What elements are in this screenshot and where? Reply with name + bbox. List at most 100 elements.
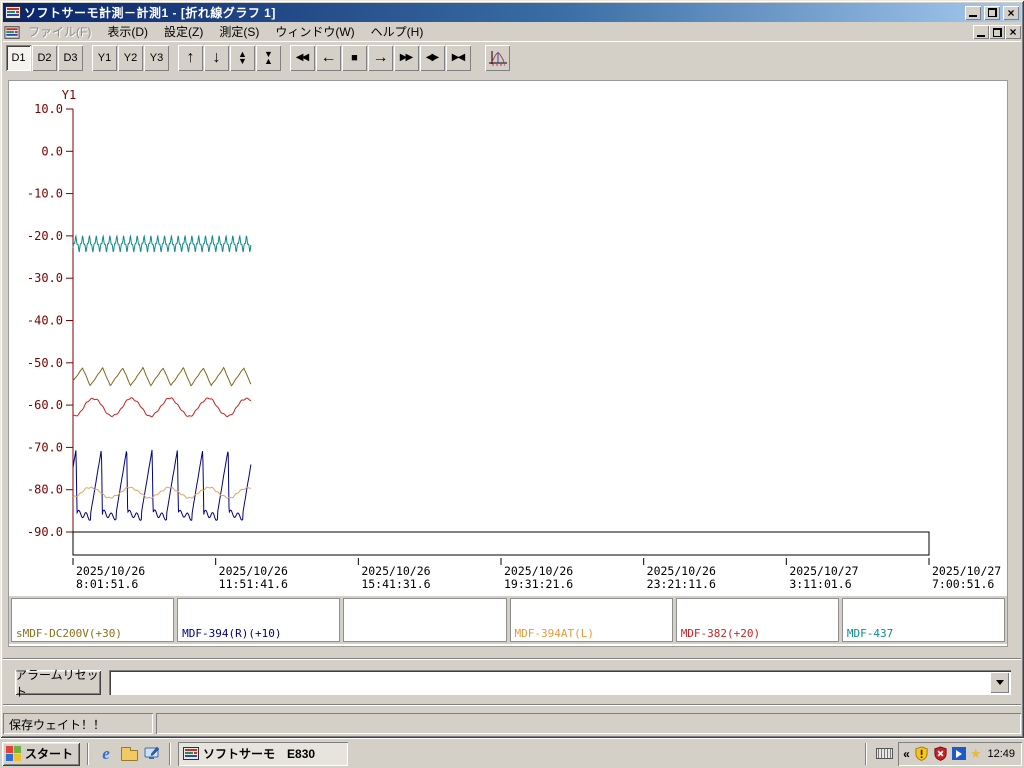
security-warning-icon[interactable]: [914, 746, 929, 761]
expand-horizontal-button[interactable]: ◀▶: [420, 45, 445, 71]
channel-name: [348, 627, 501, 641]
legend-cell-ch4: MDF-394AT(L) CH4 [℃] -79.3: [509, 598, 673, 642]
status-extra: [156, 713, 1021, 734]
series-ch6-line: [72, 234, 252, 253]
windows-logo-icon: [6, 746, 21, 761]
button-d3[interactable]: D3: [58, 45, 83, 71]
system-tray: « ★ 12:49: [861, 741, 1022, 766]
y-tick-label: 10.0: [34, 102, 63, 116]
compress-vertical-button[interactable]: ▼ ▲: [256, 45, 281, 71]
expand-vertical-button[interactable]: ▲ ▼: [230, 45, 255, 71]
scroll-down-icon: ↓: [212, 49, 221, 66]
legend-cell-ch3: CH3 [℃] -----: [343, 598, 507, 642]
menu-settings[interactable]: 設定(Z): [156, 22, 211, 42]
star-icon[interactable]: ★: [970, 747, 982, 760]
taskbar-clock: 12:49: [987, 747, 1015, 760]
channel-name: MDF-394AT(L): [514, 627, 594, 640]
status-message: 保存ウェイト！！: [3, 713, 153, 734]
y-tick-label: -10.0: [27, 187, 63, 201]
fast-rewind-button[interactable]: ◀◀: [290, 45, 315, 71]
menu-measure[interactable]: 測定(S): [211, 22, 267, 42]
task-button-label: ソフトサーモ E830: [203, 747, 316, 761]
taskbar-task-button[interactable]: ソフトサーモ E830: [178, 741, 349, 766]
statusbar: 保存ウェイト！！: [3, 710, 1021, 735]
x-tick-date: 2025/10/26: [361, 564, 430, 578]
scroll-up-icon: ↑: [186, 49, 195, 66]
series-ch1-line: [72, 366, 252, 387]
time-range-box: [72, 531, 930, 556]
x-tick-time: 11:51:41.6: [219, 577, 288, 591]
x-tick-time: 23:21:11.6: [647, 577, 716, 591]
minimize-button[interactable]: [965, 5, 981, 20]
app-window: ソフトサーモ計測－計測1 - [折れ線グラフ 1] × ファイル(F) 表示(D…: [0, 0, 1024, 738]
y-tick-label: -80.0: [27, 483, 63, 497]
button-d1[interactable]: D1: [6, 45, 31, 71]
start-button[interactable]: スタート: [2, 741, 81, 766]
button-y3[interactable]: Y3: [144, 45, 169, 71]
mdi-close-button[interactable]: ×: [1005, 25, 1021, 39]
scroll-up-button[interactable]: ↑: [178, 45, 203, 71]
menu-view[interactable]: 表示(D): [99, 22, 156, 42]
folder-icon[interactable]: [119, 743, 139, 765]
stop-button[interactable]: ■: [342, 45, 367, 71]
y-tick-label: -30.0: [27, 271, 63, 285]
button-d2[interactable]: D2: [32, 45, 57, 71]
divider: [87, 742, 90, 765]
alarm-combobox-field[interactable]: [112, 673, 989, 692]
x-tick-date: 2025/10/26: [647, 564, 716, 578]
graph-settings-icon: [488, 51, 507, 66]
security-alert-icon[interactable]: [933, 746, 948, 761]
internet-explorer-icon[interactable]: e: [96, 743, 116, 765]
combobox-dropdown-button[interactable]: [990, 672, 1009, 693]
step-forward-button[interactable]: →: [368, 45, 393, 71]
toolbar: D1 D2 D3 Y1 Y2 Y3 ↑ ↓ ▲ ▼ ▼ ▲ ◀◀ ← ■ → ▶▶ …: [3, 41, 1021, 74]
expand-vertical-icon: ▲ ▼: [238, 49, 247, 66]
app-icon: [183, 746, 200, 761]
x-tick-time: 3:11:01.6: [789, 577, 851, 591]
chevron-collapse-icon[interactable]: «: [903, 747, 910, 761]
channel-name: MDF-394(R)(+10): [182, 627, 282, 640]
restore-icon: [992, 27, 1002, 37]
divider: [865, 742, 868, 765]
line-graph-document: Y1 10.0 0.0 -10.0 -20.0 -30.0 -40.0 -50.0 -60.0 -…: [8, 80, 1008, 647]
menu-window[interactable]: ウィンドウ(W): [267, 22, 362, 42]
y-tick-label: 0.0: [41, 144, 63, 158]
alarm-reset-button[interactable]: アラームリセット: [15, 668, 101, 699]
close-icon: ×: [1009, 25, 1017, 39]
keyboard-icon[interactable]: [876, 748, 894, 759]
compress-horizontal-icon: ▶◀: [451, 52, 465, 63]
document-icon[interactable]: [4, 25, 20, 39]
restore-icon: [987, 8, 997, 17]
fast-forward-button[interactable]: ▶▶: [394, 45, 419, 71]
menu-file[interactable]: ファイル(F): [20, 22, 99, 42]
legend-cell-ch2: MDF-394(R)(+10) CH2 [℃] -72.4: [177, 598, 341, 642]
legend-cell-ch5: MDF-382(+20) CH5 [℃] -59.7: [675, 598, 839, 642]
step-back-button[interactable]: ←: [316, 45, 341, 71]
restore-button[interactable]: [984, 5, 1000, 20]
alarm-combobox[interactable]: [109, 670, 1011, 695]
mdi-restore-button[interactable]: [989, 25, 1005, 39]
compress-vertical-icon: ▼ ▲: [264, 49, 273, 66]
line-chart: Y110.0 0.0 -10.0 -20.0 -30.0 -40.0 -50.0 -60.0 -…: [27, 88, 1001, 591]
compress-horizontal-button[interactable]: ▶◀: [446, 45, 471, 71]
x-tick-date: 2025/10/27: [932, 564, 1001, 578]
graph-settings-button[interactable]: [485, 45, 510, 71]
app-icon[interactable]: [5, 5, 21, 20]
button-y2[interactable]: Y2: [118, 45, 143, 71]
y-tick-label: -70.0: [27, 440, 63, 454]
mdi-minimize-button[interactable]: [973, 25, 989, 39]
close-button[interactable]: ×: [1003, 5, 1019, 20]
chevron-down-icon: [995, 680, 1004, 685]
scroll-down-button[interactable]: ↓: [204, 45, 229, 71]
show-desktop-icon[interactable]: [142, 743, 162, 765]
x-tick-date: 2025/10/26: [219, 564, 288, 578]
taskbar: スタート e ソフトサーモ E830 « ★ 12:49: [0, 738, 1024, 768]
channel-name: MDF-382(+20): [680, 627, 761, 640]
x-tick-time: 19:31:21.6: [504, 577, 573, 591]
x-tick-date: 2025/10/26: [76, 564, 145, 578]
screen: ソフトサーモ計測－計測1 - [折れ線グラフ 1] × ファイル(F) 表示(D…: [0, 0, 1024, 768]
button-y1[interactable]: Y1: [92, 45, 117, 71]
step-forward-icon: →: [372, 49, 389, 66]
media-player-icon[interactable]: [951, 747, 966, 760]
menu-help[interactable]: ヘルプ(H): [363, 22, 432, 42]
